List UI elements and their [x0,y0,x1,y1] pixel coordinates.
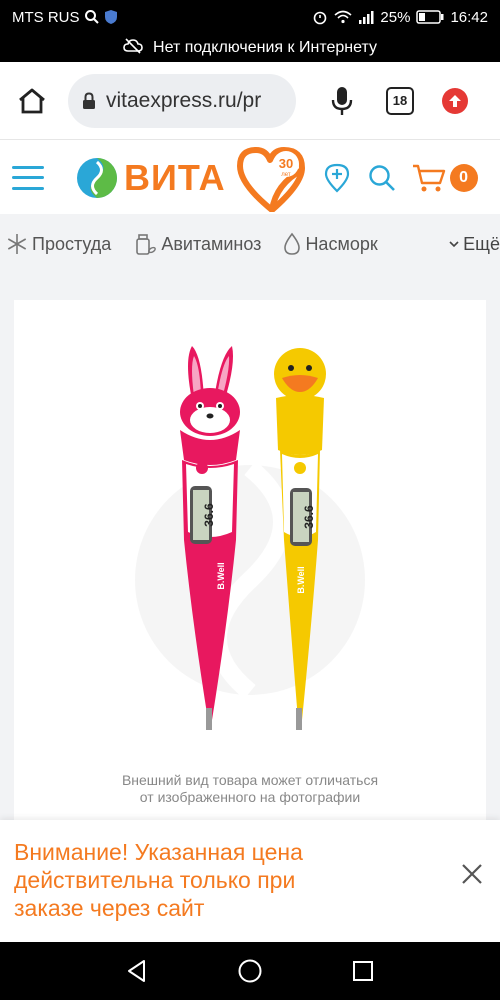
status-bar: MTS RUS 25% 16:42 [0,0,500,34]
menu-button[interactable] [12,165,44,190]
brand-label: B.Well [296,566,306,593]
logo-emblem-icon [77,157,117,198]
notice-line3: заказе через сайт [14,895,205,921]
home-nav-button[interactable] [235,956,265,986]
battery-percent: 25% [380,8,411,26]
notice-text: Внимание! Указанная цена действительна т… [14,838,434,922]
snowflake-icon [7,234,27,254]
update-button[interactable] [442,87,468,114]
cart-count-badge: 0 [449,163,478,192]
category-label: Насморк [305,233,378,254]
clock-time: 16:42 [450,8,488,26]
price-notice-banner: Внимание! Указанная цена действительна т… [0,820,500,942]
browser-toolbar: vitaexpress.ru/pr 18 [0,62,500,140]
display-reading: 36.6 [202,503,216,527]
search-icon [84,9,100,25]
search-icon [368,164,395,191]
voice-search-button[interactable] [326,81,358,121]
display-reading: 36.6 [302,505,316,529]
logo-text: ВИТА [124,156,226,198]
image-disclaimer-line2: от изображенного на фотографии [139,789,361,805]
watermark-logo [135,461,365,699]
tab-switcher-button[interactable]: 18 [386,86,414,115]
brand-label: B.Well [216,562,226,589]
url-bar[interactable]: vitaexpress.ru/pr [68,73,296,128]
search-button[interactable] [368,164,396,192]
home-circle-icon [238,959,262,983]
recents-square-icon [353,961,374,981]
carrier-label: MTS RUS [12,8,80,26]
cloud-off-icon [123,37,143,59]
notice-close-button[interactable] [458,860,486,888]
drop-icon [284,232,301,255]
cart-icon [412,164,445,191]
site-header: ВИТА 30 лет 0 [0,141,500,214]
notice-line1: Внимание! Указанная цена [14,839,303,865]
alarm-icon [312,9,328,25]
chevron-down-icon [449,241,459,248]
lock-icon [82,91,96,110]
battery-icon [416,10,444,24]
category-label: Авитаминоз [161,233,262,254]
logo-badge-number: 30 [278,156,292,171]
home-icon [19,88,45,113]
home-button[interactable] [14,83,50,119]
pill-bottle-icon [136,234,157,255]
close-icon [462,864,482,884]
category-label: Простуда [32,233,112,254]
image-disclaimer: Внешний вид товара может отличаться от и… [14,772,486,806]
shield-icon [104,9,118,25]
category-cold[interactable]: Простуда [6,233,111,255]
category-bar: Простуда Авитаминоз Насморк Ещё [0,214,500,274]
offline-text: Нет подключения к Интернету [153,39,377,56]
cart-button[interactable]: 0 [412,163,478,193]
wifi-icon [334,10,352,24]
notice-line2: действительна только при [14,867,296,893]
back-triangle-icon [127,960,145,982]
product-image-card[interactable]: 36.6 B.Well 36.6 B.Well Внешний вид това… [14,300,486,820]
location-button[interactable] [324,163,350,193]
logo-badge-sub: лет [281,172,291,178]
signal-icon [358,10,374,24]
location-pin-icon [324,163,349,193]
back-button[interactable] [122,956,152,986]
recents-button[interactable] [348,956,378,986]
site-logo[interactable]: ВИТА 30 лет [76,144,310,212]
microphone-icon [331,86,353,115]
category-more-button[interactable]: Ещё [449,234,500,255]
offline-banner: Нет подключения к Интернету [0,34,500,62]
arrow-up-icon [449,94,461,107]
more-label: Ещё [463,233,500,254]
category-runny-nose[interactable]: Насморк [283,232,378,256]
category-avitaminosis[interactable]: Авитаминоз [133,232,261,256]
product-image: 36.6 B.Well 36.6 B.Well [135,346,365,730]
image-disclaimer-line1: Внешний вид товара может отличаться [121,772,379,788]
url-text: vitaexpress.ru/pr [106,88,262,112]
system-nav-bar [0,942,500,1000]
heart-30-icon: 30 лет [236,146,305,212]
